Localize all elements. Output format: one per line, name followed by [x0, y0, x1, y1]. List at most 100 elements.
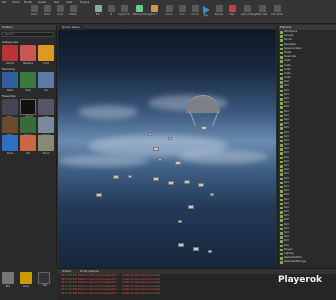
crate-model[interactable]	[201, 126, 207, 130]
3d-viewport[interactable]: Tycoon Game	[58, 25, 276, 268]
move-button[interactable]: Move	[41, 5, 53, 22]
tab-file[interactable]: File	[2, 1, 6, 5]
explorer-row-label: Part	[284, 134, 289, 138]
tile-vehicle[interactable]: Vehicle	[2, 45, 18, 65]
import-icon	[120, 5, 128, 12]
explorer-panel: Explorer Workspace Camera Terrain Baseplate…	[277, 25, 336, 268]
rotate-icon	[69, 5, 77, 12]
tile-water[interactable]: Water	[2, 72, 18, 92]
explorer-row[interactable]: ReplicatedStorage	[278, 260, 336, 264]
explorer-row-label: Crate	[284, 76, 291, 80]
tab-place[interactable]: Tycoon Game	[58, 25, 84, 30]
object-icon	[280, 240, 283, 243]
crate-model[interactable]	[158, 158, 162, 161]
part-button[interactable]: Part	[92, 5, 104, 22]
team-test-button[interactable]: Team Test	[256, 5, 268, 22]
crate-model[interactable]	[208, 250, 212, 253]
play-button[interactable]: Play	[200, 5, 212, 22]
object-icon	[280, 77, 283, 80]
crate-model[interactable]	[175, 161, 181, 165]
stop-button[interactable]: Stop	[226, 5, 238, 22]
resume-button[interactable]: Resume	[213, 5, 225, 22]
explorer-row-label: Part	[284, 143, 289, 147]
tile-weapons[interactable]: Weapons	[20, 45, 36, 65]
cube-icon	[94, 5, 102, 12]
toolbox-footer: Box Lamp Text	[0, 268, 58, 300]
tile-box[interactable]: Box	[2, 272, 14, 288]
crate-model[interactable]	[193, 247, 199, 251]
exit-icon	[273, 5, 281, 12]
crate-model[interactable]	[153, 177, 159, 181]
tile-clouds[interactable]: Clouds	[38, 117, 54, 137]
rotate-button[interactable]: Rotate	[67, 5, 79, 22]
explorer-row-label: Part	[284, 193, 289, 197]
tile-sky[interactable]: Sky	[38, 72, 54, 92]
explorer-row-label: Part	[284, 138, 289, 142]
output-line: 09:12:04.340 Failed to load sound rbxass…	[61, 291, 161, 295]
tile-light[interactable]: Light	[38, 45, 54, 65]
lock-button[interactable]: Lock	[176, 5, 188, 22]
group-button[interactable]: Group	[163, 5, 175, 22]
object-icon	[280, 194, 283, 197]
group-icon	[165, 5, 173, 12]
tab-home[interactable]: Home	[12, 1, 20, 5]
stop-icon	[228, 5, 236, 12]
anchor-icon	[191, 5, 199, 12]
color-button[interactable]: Color	[148, 5, 160, 22]
crate-model[interactable]	[168, 181, 174, 185]
tile-lamp[interactable]: Lamp	[20, 272, 32, 288]
object-icon	[280, 43, 283, 47]
crate-model[interactable]	[178, 243, 184, 247]
crate-model[interactable]	[113, 175, 119, 179]
explorer-row-label: Part	[284, 168, 289, 172]
object-icon	[280, 223, 283, 227]
tile-text[interactable]: Text	[38, 272, 50, 287]
cloud	[58, 155, 148, 167]
crate-model[interactable]	[153, 147, 159, 151]
crate-model[interactable]	[96, 193, 102, 197]
tile-model[interactable]: Model	[2, 117, 18, 137]
select-button[interactable]: Select	[28, 5, 40, 22]
material-manager-button[interactable]: Material Manager	[133, 5, 152, 22]
object-icon	[280, 60, 283, 63]
object-icon	[280, 181, 283, 185]
crate-model[interactable]	[198, 183, 204, 187]
tile-music[interactable]: Music	[2, 99, 18, 119]
tile-terrain[interactable]: Terrain	[20, 117, 36, 137]
tile-bench[interactable]: Bench	[38, 135, 54, 155]
crate-model[interactable]	[128, 175, 132, 178]
tile-trees[interactable]: Trees	[20, 72, 36, 92]
crate-model[interactable]	[178, 220, 182, 223]
import-3d-button[interactable]: Import 3D	[118, 5, 130, 22]
tile-sound[interactable]: Sound	[20, 99, 36, 118]
exit-game-button[interactable]: Exit Game	[271, 5, 283, 22]
object-icon	[280, 127, 283, 130]
explorer-row-label: Parachute	[284, 55, 296, 59]
tile-lights[interactable]: Lights	[38, 99, 54, 119]
game-settings-button[interactable]: Game Settings	[241, 5, 257, 22]
tile-dome[interactable]: Dome	[2, 135, 18, 155]
object-icon	[280, 148, 283, 151]
scale-button[interactable]: Scale	[54, 5, 66, 22]
explorer-row-label: Part	[284, 243, 289, 247]
ui-button[interactable]: UI	[105, 5, 117, 22]
crate-model[interactable]	[210, 193, 214, 196]
cloud	[178, 150, 268, 164]
crate-model[interactable]	[148, 133, 152, 136]
explorer-row-label: Part	[284, 222, 289, 226]
tab-plugins[interactable]: Plugins	[80, 1, 89, 5]
crate-model[interactable]	[188, 205, 194, 209]
explorer-row-label: Part	[284, 218, 289, 222]
crate-model[interactable]	[184, 180, 190, 184]
object-icon	[280, 51, 283, 55]
object-icon	[280, 93, 283, 97]
toolbox-search-input[interactable]: Search	[2, 32, 54, 37]
toolbox-title: Toolbox	[0, 25, 56, 30]
explorer-row-label: Part	[284, 97, 289, 100]
gear-icon	[243, 5, 251, 12]
object-icon	[280, 257, 283, 260]
object-icon	[280, 98, 283, 101]
tile-fire[interactable]: Fire	[20, 135, 36, 155]
crate-model[interactable]	[168, 137, 172, 140]
explorer-row-label: Part	[284, 197, 289, 201]
